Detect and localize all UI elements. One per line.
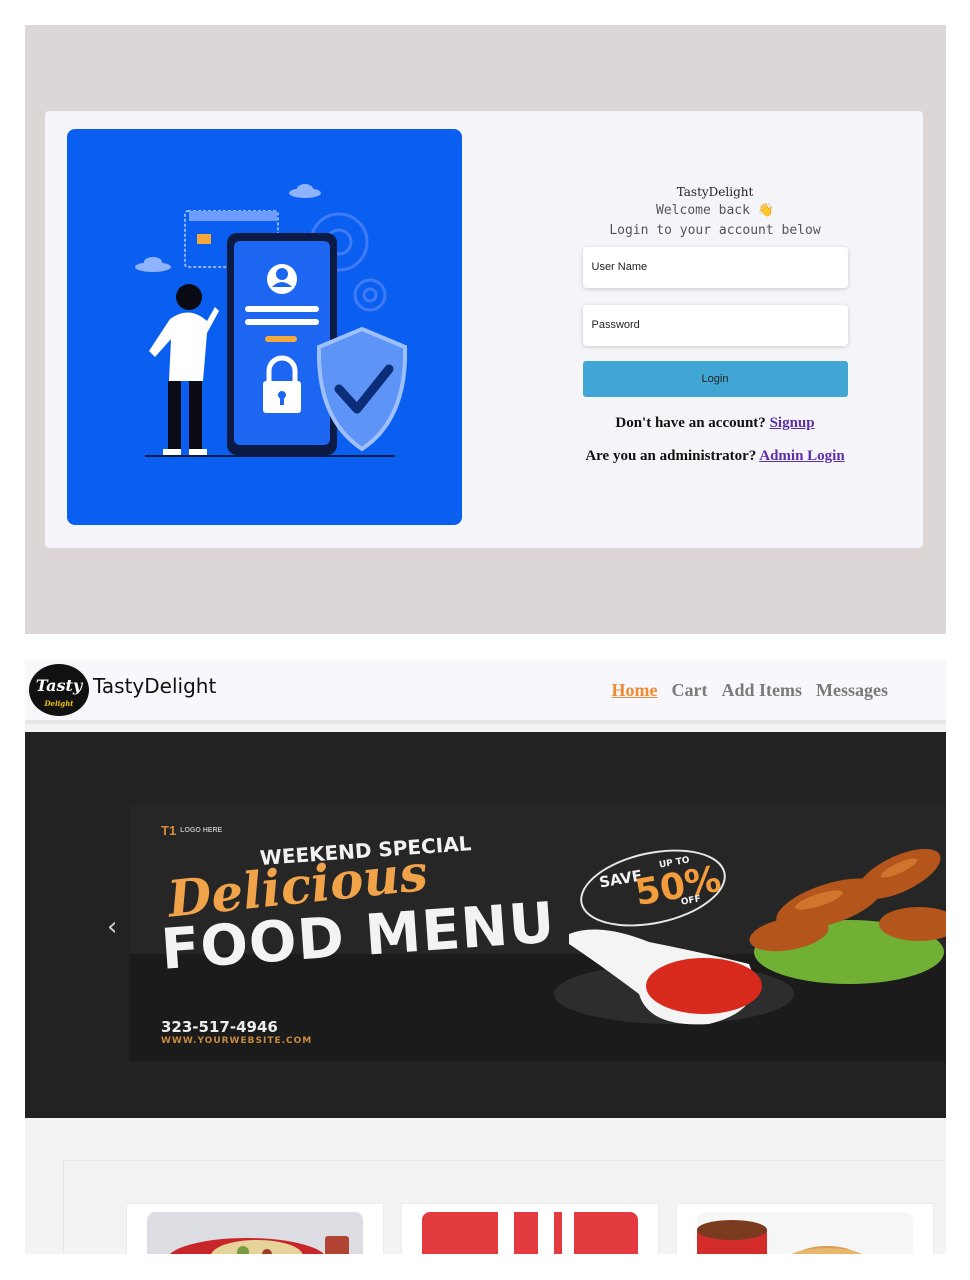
login-card: TastyDelight Welcome back 👋 Login to you…: [45, 111, 923, 548]
wave-icon: 👋: [757, 203, 774, 218]
login-button[interactable]: Login: [582, 361, 848, 397]
product-image: [422, 1212, 638, 1254]
logo-text: Tasty: [35, 676, 83, 695]
banner-website: WWW.YOURWEBSITE.COM: [161, 1036, 313, 1046]
admin-login-link[interactable]: Admin Login: [759, 448, 844, 464]
banner-logo-mark: T1: [161, 823, 177, 839]
hero-carousel: ‹ T1 LOGO HERE WEEKEND SPECIAL Delicious…: [25, 732, 946, 1118]
login-form: TastyDelight Welcome back 👋 Login to you…: [550, 183, 880, 465]
person-illustration: [149, 284, 219, 455]
product-card[interactable]: [676, 1203, 934, 1254]
carousel-prev-icon[interactable]: ‹: [107, 912, 117, 942]
nav-add-items[interactable]: Add Items: [722, 680, 803, 701]
product-card[interactable]: [126, 1203, 384, 1254]
product-section: [63, 1160, 946, 1254]
welcome-text: Welcome back 👋: [550, 201, 880, 221]
nav-cart[interactable]: Cart: [672, 680, 708, 701]
nav-home[interactable]: Home: [612, 680, 658, 701]
login-brand: TastyDelight: [676, 185, 754, 199]
signup-prompt-text: Don't have an account?: [615, 415, 766, 431]
product-card[interactable]: [401, 1203, 659, 1254]
sauce-illustration: [646, 958, 762, 1014]
welcome-label: Welcome back: [656, 203, 750, 218]
logo-subtext: Delight: [44, 699, 74, 708]
username-input[interactable]: User Name: [582, 247, 848, 288]
banner-logo-text: LOGO HERE: [180, 827, 223, 835]
promo-banner: T1 LOGO HERE WEEKEND SPECIAL Delicious FO…: [129, 804, 946, 1061]
home-page: Tasty Delight TastyDelight Home Cart Add…: [25, 660, 946, 1254]
nav-messages[interactable]: Messages: [816, 680, 888, 701]
logo[interactable]: Tasty Delight: [29, 664, 89, 716]
nav-links: Home Cart Add Items Messages: [612, 680, 888, 701]
banner-phone: 323-517-4946: [161, 1018, 278, 1036]
login-subtitle: Login to your account below: [609, 223, 821, 238]
admin-prompt-text: Are you an administrator?: [585, 448, 757, 464]
brand-name: TastyDelight: [93, 674, 217, 698]
screenshot-collage: TastyDelight Welcome back 👋 Login to you…: [0, 0, 970, 1280]
signup-link[interactable]: Signup: [770, 415, 815, 431]
banner-logo: T1 LOGO HERE: [161, 822, 222, 837]
navbar: Tasty Delight TastyDelight Home Cart Add…: [25, 660, 946, 724]
product-image: [147, 1212, 363, 1254]
login-page: TastyDelight Welcome back 👋 Login to you…: [25, 25, 946, 634]
login-illustration: [67, 129, 462, 525]
security-illustration: [135, 184, 408, 457]
product-image: [697, 1212, 913, 1254]
signup-prompt: Don't have an account? Signup: [550, 415, 880, 432]
password-input[interactable]: Password: [582, 305, 848, 346]
admin-prompt: Are you an administrator? Admin Login: [550, 448, 880, 465]
